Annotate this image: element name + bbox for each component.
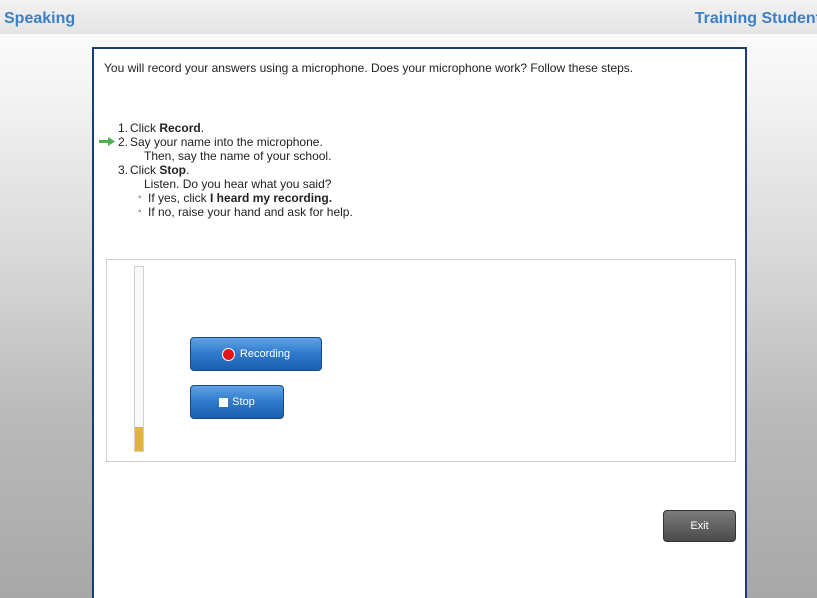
microphone-check-panel: You will record your answers using a mic… xyxy=(92,47,747,598)
step-2: 2. Say your name into the microphone. xyxy=(99,135,353,149)
step-2-number: 2. xyxy=(118,135,129,149)
stop-button-label: Stop xyxy=(232,396,255,408)
step-3: 3. Click Stop. xyxy=(104,163,353,177)
section-title: Speaking xyxy=(4,10,76,27)
bullet-yes-prefix: If yes, click xyxy=(148,191,211,205)
intro-text: You will record your answers using a mic… xyxy=(104,61,634,75)
step-3-suffix: . xyxy=(186,163,190,177)
step-3-prefix: Click xyxy=(130,163,160,177)
step-3-keyword: Stop xyxy=(159,163,187,177)
step-3-line-2: Listen. Do you hear what you said? xyxy=(144,177,332,191)
stop-button[interactable]: Stop xyxy=(190,385,284,419)
record-button-label: Recording xyxy=(239,348,291,360)
step-1-prefix: Click xyxy=(130,121,160,135)
recorder-box: Recording Stop xyxy=(106,259,736,462)
step-3-number: 3. xyxy=(118,163,129,177)
current-step-arrow-icon xyxy=(99,137,115,146)
step-2-line-2: Then, say the name of your school. xyxy=(144,149,332,163)
step-1-keyword: Record xyxy=(159,121,201,135)
step-2-line-1: Say your name into the microphone. xyxy=(130,135,323,149)
stop-square-icon xyxy=(219,397,229,407)
volume-meter-fill xyxy=(135,427,143,451)
bullet-no: If no, raise your hand and ask for help. xyxy=(104,205,353,219)
step-1-number: 1. xyxy=(118,121,129,135)
bullet-yes: If yes, click I heard my recording. xyxy=(104,191,353,205)
volume-meter xyxy=(134,266,144,452)
student-name: Training Student xyxy=(694,10,817,27)
record-button[interactable]: Recording xyxy=(190,337,322,371)
steps-list: 1. Click Record. 2. Say your name into t… xyxy=(99,121,353,219)
top-bar: Speaking Training Student xyxy=(0,0,817,34)
step-1: 1. Click Record. xyxy=(104,121,353,135)
bullet-yes-keyword: I heard my recording. xyxy=(210,191,333,205)
exit-button-label: Exit xyxy=(690,520,709,532)
record-dot-icon xyxy=(221,347,235,361)
step-1-suffix: . xyxy=(200,121,205,135)
exit-button[interactable]: Exit xyxy=(663,510,736,542)
